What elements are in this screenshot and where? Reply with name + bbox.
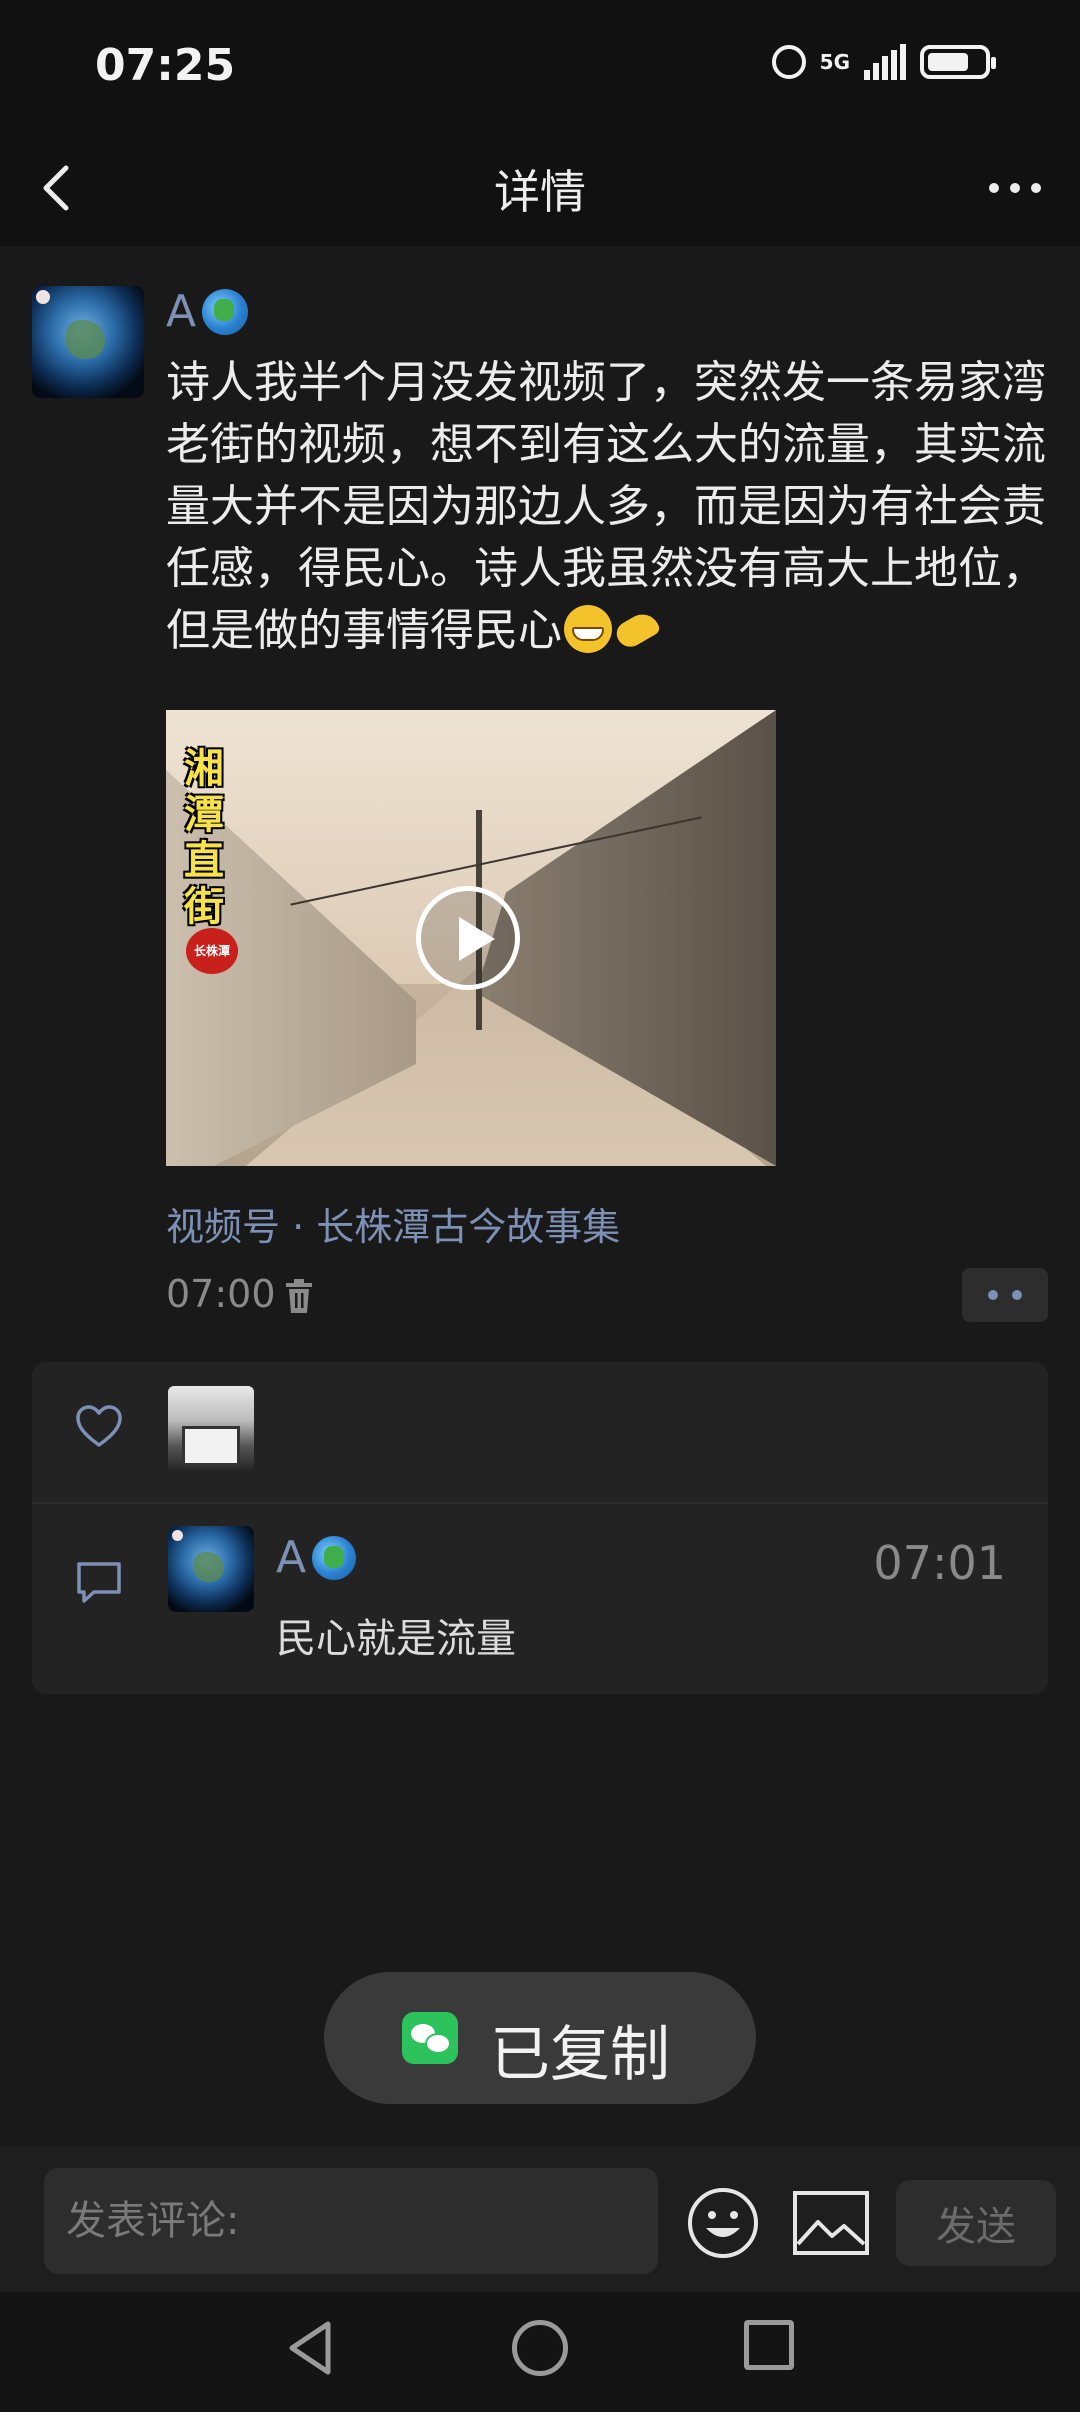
hand-emoji-icon [612,607,662,651]
image-icon[interactable] [792,2190,870,2256]
comment-item[interactable]: A 07:01 民心就是流量 [32,1502,1048,1694]
comment-icon [77,1562,121,1603]
top-nav-bar: 详情 [0,130,1080,246]
system-home-icon[interactable] [512,2320,568,2376]
video-caption: 湘潭直街 [184,746,224,930]
status-icons: 5G [771,44,996,80]
heart-icon [76,1405,122,1447]
grinning-emoji-icon [564,605,612,653]
copied-toast: 已复制 [324,1972,756,2104]
trash-icon[interactable] [284,1278,314,1314]
commenter-name[interactable]: A [276,1532,357,1583]
comment-input[interactable] [44,2168,658,2274]
play-button[interactable] [416,886,520,990]
alarm-icon [771,45,806,79]
comment-input-bar: 发送 [0,2146,1080,2292]
earth-emoji-icon [202,288,249,335]
author-name[interactable]: A [166,286,249,337]
toast-text: 已复制 [490,2020,670,2090]
send-button[interactable]: 发送 [896,2180,1056,2266]
emoji-icon[interactable] [686,2186,760,2260]
like-comment-menu-button[interactable] [962,1268,1048,1322]
post-text: 诗人我半个月没发视频了，突然发一条易家湾老街的视频，想不到有这么大的流量，其实流… [166,352,1066,662]
system-nav-bar [0,2292,1080,2412]
comment-text: 民心就是流量 [276,1616,516,1662]
comment-time: 07:01 [873,1536,1006,1590]
video-thumbnail[interactable]: 湘潭直街 长株潭 [166,710,776,1166]
system-back-icon[interactable] [282,2318,338,2378]
wechat-icon [402,2012,458,2064]
network-type: 5G [819,50,850,74]
commenter-avatar[interactable] [168,1526,254,1612]
interactions-panel: A 07:01 民心就是流量 [32,1362,1048,1694]
post-time: 07:00 [166,1272,276,1316]
status-bar: 07:25 5G [0,0,1080,130]
liker-avatar[interactable] [168,1386,254,1472]
earth-emoji-icon [312,1535,357,1580]
channel-source-link[interactable]: 视频号 · 长株潭古今故事集 [166,1196,620,1251]
battery-icon [920,45,996,79]
page-title: 详情 [494,165,586,219]
system-recents-icon[interactable] [744,2320,794,2370]
more-options-icon[interactable] [980,160,1050,216]
likes-row [32,1362,1048,1504]
status-time: 07:25 [95,40,236,91]
author-avatar[interactable] [32,286,144,398]
video-badge: 长株潭 [186,928,238,974]
author-name-text: A [166,286,197,337]
commenter-name-text: A [276,1532,307,1583]
post-text-body: 诗人我半个月没发视频了，突然发一条易家湾老街的视频，想不到有这么大的流量，其实流… [166,357,1046,656]
signal-icon [864,44,906,80]
